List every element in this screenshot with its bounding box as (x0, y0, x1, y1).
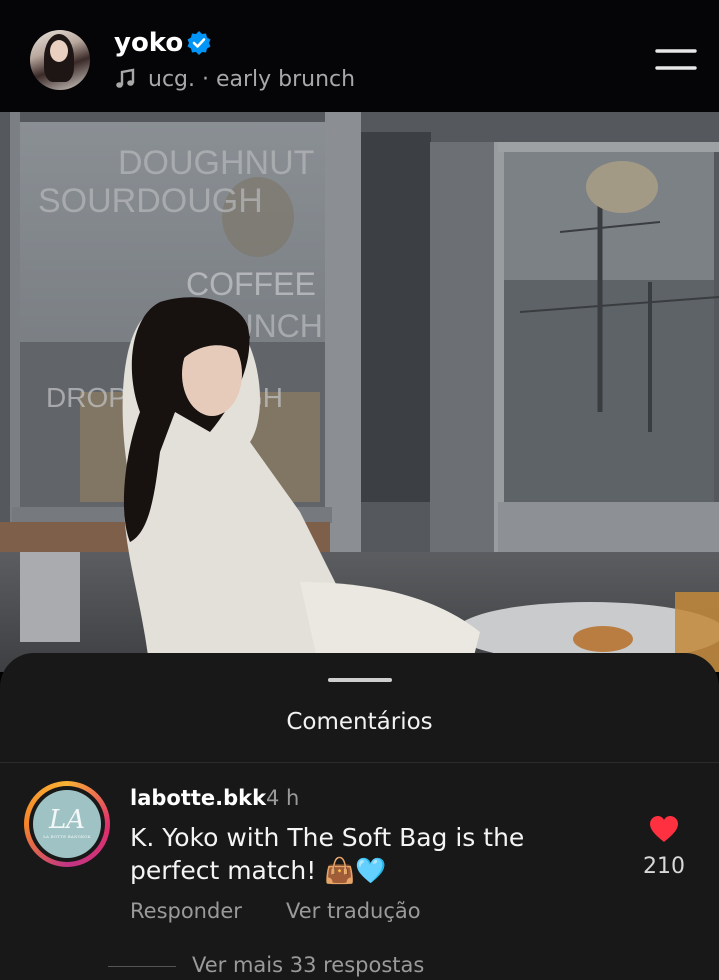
sheet-title: Comentários (286, 709, 433, 735)
music-note-icon (116, 68, 135, 88)
like-count: 210 (643, 854, 685, 879)
sign-text-sourdough: SOURDOUGH (38, 182, 263, 220)
commenter-avatar[interactable]: LA LA BOTTE BANGKOK (24, 781, 110, 867)
comment-timestamp: 4 h (266, 786, 300, 810)
sign-text-coffee: COFFEE (186, 266, 316, 302)
brand-logo: LA LA BOTTE BANGKOK (33, 790, 101, 858)
comment-username[interactable]: labotte.bkk (130, 784, 266, 812)
view-more-replies-button[interactable]: Ver mais 33 respostas (192, 951, 424, 979)
comment-text: K. Yoko with The Soft Bag is the perfect… (130, 823, 525, 885)
see-translation-button[interactable]: Ver tradução (286, 897, 421, 925)
music-track[interactable]: ucg. · early brunch (148, 66, 355, 94)
cafe-scene-image: DOUGHNUT SOURDOUGH COFFEE BRUNCH DROP BY… (0, 112, 719, 672)
post-photo[interactable]: DOUGHNUT SOURDOUGH COFFEE BRUNCH DROP BY… (0, 112, 719, 672)
reply-button[interactable]: Responder (130, 897, 242, 925)
verified-badge-icon (187, 31, 211, 55)
like-heart-icon[interactable] (648, 815, 680, 843)
menu-icon[interactable] (655, 48, 697, 72)
sheet-divider (0, 762, 719, 763)
sheet-drag-handle[interactable] (328, 678, 392, 682)
sign-text-doughnut: DOUGHNUT (118, 144, 314, 182)
replies-connector-line (108, 966, 176, 967)
post-header: yoko ucg. · early brunch (0, 0, 719, 112)
profile-avatar[interactable] (30, 30, 90, 90)
username[interactable]: yoko (114, 27, 183, 59)
